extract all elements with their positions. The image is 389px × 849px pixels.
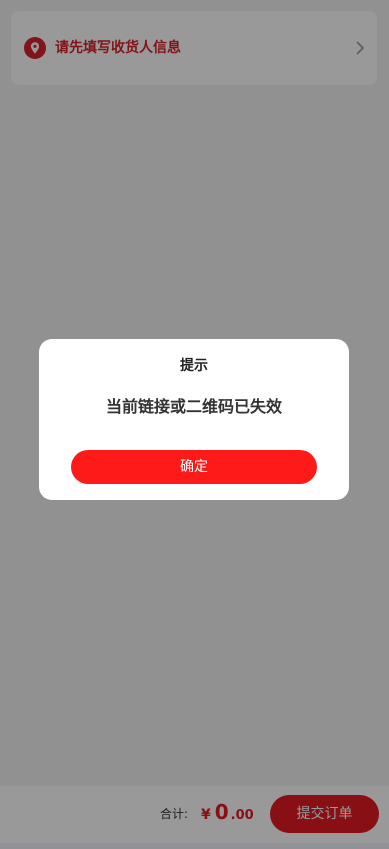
confirm-button[interactable]: 确定	[71, 450, 317, 484]
dialog-title: 提示	[180, 358, 208, 374]
alert-dialog: 提示 当前链接或二维码已失效 确定	[39, 339, 349, 500]
dialog-message: 当前链接或二维码已失效	[105, 397, 282, 416]
